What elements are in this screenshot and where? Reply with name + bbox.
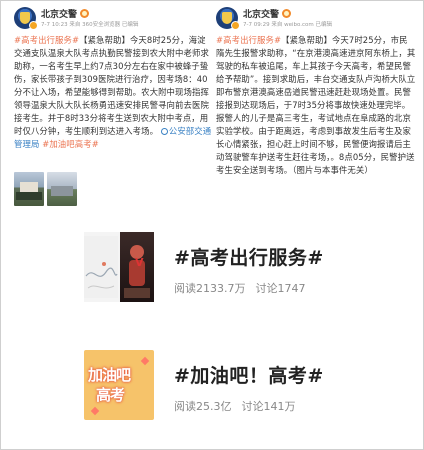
post-meta: 7-7 09:29 来自 weibo.com 已编辑	[243, 22, 332, 28]
topic-image-left	[84, 236, 118, 298]
topic-image[interactable]: V	[84, 232, 154, 302]
discussion-count: 讨论1747	[255, 282, 306, 295]
weibo-post-2[interactable]: 北京交警 7-7 09:29 来自 weibo.com 已编辑 #高考出行服务#…	[216, 4, 416, 209]
verified-v-icon: V	[135, 256, 144, 269]
post-images	[14, 172, 77, 206]
weibo-post-1[interactable]: 北京交警 7-7 10:23 来自 360安全浏览器 已编辑 #高考出行服务#【…	[14, 4, 214, 209]
post-meta: 7-7 10:23 来自 360安全浏览器 已编辑	[41, 22, 139, 28]
vip-icon	[282, 9, 292, 18]
topic-title[interactable]: #高考出行服务#	[174, 243, 324, 270]
post-body-text: 【紧急帮助】今天7时25分，市民隋先生报警求助称，“在京港澳高速进京阿东桥上，其…	[216, 35, 416, 175]
author-name[interactable]: 北京交警	[41, 10, 77, 20]
hashtag-link-2[interactable]: #加油吧高考#	[42, 139, 99, 149]
vip-icon	[80, 9, 90, 18]
post-author[interactable]: 北京交警	[243, 7, 292, 20]
hashtag-link[interactable]: #高考出行服务#	[216, 35, 281, 45]
logo-text-line1: 加油吧	[88, 366, 131, 384]
post-image-thumbnail[interactable]	[47, 172, 77, 206]
post-author[interactable]: 北京交警	[41, 7, 90, 20]
topic-title[interactable]: #加油吧！高考#	[174, 361, 324, 388]
post-header: 北京交警 7-7 09:29 来自 weibo.com 已编辑	[216, 4, 416, 34]
logo-text-line2: 高考	[96, 386, 125, 404]
verified-badge-icon	[29, 21, 38, 30]
post-text: #高考出行服务#【紧急帮助】今天7时25分，市民隋先生报警求助称，“在京港澳高速…	[216, 34, 416, 177]
map-route-icon	[85, 262, 118, 289]
discussion-count: 讨论141万	[241, 400, 296, 413]
topic-stats: 阅读2133.7万 讨论1747	[174, 280, 306, 296]
topic-stats: 阅读25.3亿 讨论141万	[174, 398, 296, 414]
read-count: 阅读2133.7万	[174, 282, 246, 295]
post-image-thumbnail[interactable]	[14, 172, 44, 206]
post-text: #高考出行服务#【紧急帮助】今天8时25分，海淀交通支队温泉大队考点执勤民警接到…	[14, 34, 214, 151]
hashtag-link[interactable]: #高考出行服务#	[14, 35, 79, 45]
topic-image[interactable]: 加油吧 高考	[84, 350, 154, 420]
post-header: 北京交警 7-7 10:23 来自 360安全浏览器 已编辑	[14, 4, 214, 34]
link-icon	[160, 128, 168, 135]
post-body-text: 【紧急帮助】今天8时25分，海淀交通支队温泉大队考点执勤民警接到农大附中老师求助…	[14, 35, 209, 136]
read-count: 阅读25.3亿	[174, 400, 232, 413]
verified-badge-icon	[231, 21, 240, 30]
author-name[interactable]: 北京交警	[243, 10, 279, 20]
topic-logo: 加油吧 高考	[88, 358, 150, 412]
